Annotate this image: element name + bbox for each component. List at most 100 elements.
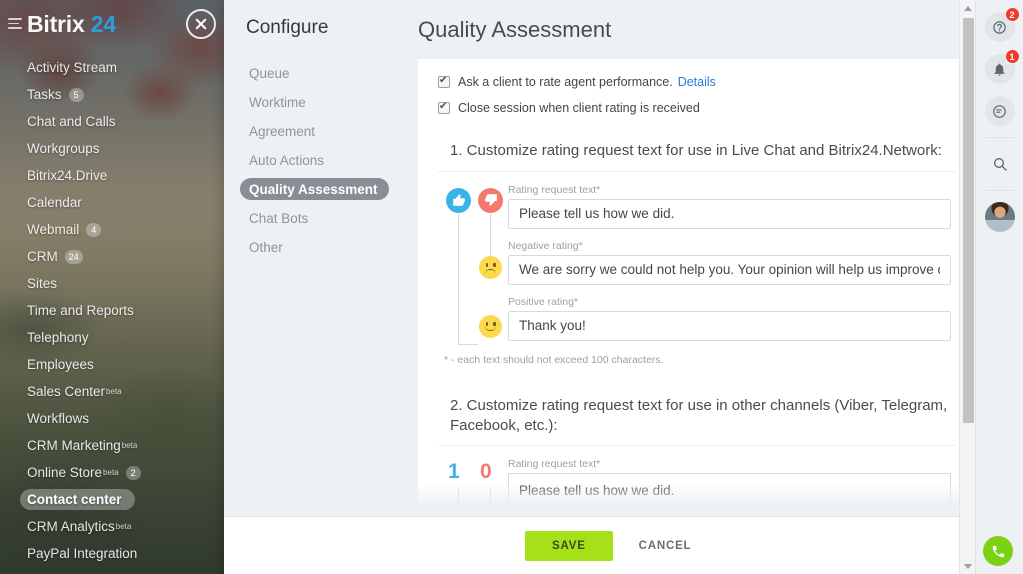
section-2-title: 2. Customize rating request text for use…	[438, 382, 955, 447]
nav-item-workflows[interactable]: Workflows	[0, 405, 224, 432]
field-s2-request-input[interactable]: Please tell us how we did.	[508, 473, 951, 516]
nav-item-time-and-reports[interactable]: Time and Reports	[0, 297, 224, 324]
nav-item-crm[interactable]: CRM 24	[0, 243, 224, 270]
nav-item-label: Calendar	[27, 195, 82, 210]
nav-item-label: Sites	[27, 276, 58, 291]
configure-item-agreement[interactable]: Agreement	[246, 117, 418, 146]
search-icon[interactable]	[985, 149, 1015, 179]
nav-item-beta: beta	[103, 468, 119, 477]
configure-item-queue[interactable]: Queue	[246, 59, 418, 88]
configure-item-quality-assessment[interactable]: Quality Assessment	[240, 175, 418, 204]
configure-modal: Configure Queue Worktime Agreement Auto Act…	[224, 0, 975, 574]
nav-item-sites[interactable]: Sites	[0, 270, 224, 297]
rail-divider-2	[985, 190, 1014, 191]
chat-icon[interactable]	[984, 96, 1015, 126]
configure-item-label: Worktime	[249, 95, 306, 110]
notifications-slot: 1	[976, 42, 1023, 84]
marker-negative: 0	[480, 460, 492, 484]
nav-item-online-store[interactable]: Online Store beta 2	[0, 459, 224, 486]
configure-item-label: Queue	[249, 66, 290, 81]
scroll-down-arrow-icon[interactable]	[960, 558, 976, 574]
checkbox-close-session[interactable]	[438, 100, 450, 114]
configure-title: Configure	[246, 17, 329, 38]
configure-item-label: Auto Actions	[249, 153, 325, 168]
nav-item-count: 24	[64, 249, 83, 264]
nav-item-label: CRM Marketing	[27, 438, 121, 453]
configure-item-label: Other	[249, 240, 283, 255]
nav-item-label: Sales Center	[27, 384, 106, 399]
nav-item-webmail[interactable]: Webmail 4	[0, 216, 224, 243]
section-2-fields: Rating request text* Please tell us how …	[508, 458, 955, 516]
configure-sidebar: Configure Queue Worktime Agreement Auto Act…	[224, 0, 418, 516]
nav-item-chat-and-calls[interactable]: Chat and Calls	[0, 108, 224, 135]
configure-menu: Queue Worktime Agreement Auto Actions Qualit…	[240, 59, 418, 262]
scroll-up-arrow-icon[interactable]	[960, 0, 975, 16]
nav-item-label: Online Store	[27, 465, 103, 480]
nav-item-label: Time and Reports	[27, 303, 134, 318]
left-navigation: Bitrix 24 Activity Stream Tasks 5 Chat and …	[0, 0, 224, 574]
nav-item-beta: beta	[106, 387, 122, 396]
nav-item-calendar[interactable]: Calendar	[0, 189, 224, 216]
checkbox-close-session-label: Close session when client rating is rece…	[458, 101, 700, 115]
nav-item-label: Telephony	[27, 330, 89, 345]
connector-2-negative	[490, 488, 491, 516]
nav-item-contact-center[interactable]: Contact center	[0, 486, 224, 513]
close-icon[interactable]	[186, 9, 216, 39]
nav-item-label: Chat and Calls	[27, 114, 116, 129]
nav-item-label: Bitrix24.Drive	[27, 168, 108, 183]
nav-item-crm-analytics[interactable]: CRM Analytics beta	[0, 513, 224, 540]
section-1-icon-column	[444, 184, 508, 352]
nav-item-crm-marketing[interactable]: CRM Marketing beta	[0, 432, 224, 459]
help-icon[interactable]: 2	[984, 7, 1020, 42]
section-1-fields: Rating request text* Negative rating* Posi…	[508, 184, 955, 352]
connector-negative-vertical	[490, 213, 491, 262]
modal-footer: SAVE CANCEL	[224, 516, 975, 574]
nav-item-label: Contact center	[27, 492, 122, 507]
nav-item-label: Employees	[27, 357, 94, 372]
nav-item-workgroups[interactable]: Workgroups	[0, 135, 224, 162]
configure-item-chat-bots[interactable]: Chat Bots	[246, 204, 418, 233]
nav-item-tasks[interactable]: Tasks 5	[0, 81, 224, 108]
menu-burger-icon[interactable]	[8, 18, 22, 29]
phone-icon[interactable]	[983, 536, 1013, 566]
bell-icon[interactable]: 1	[984, 49, 1020, 84]
checkbox-ask-rate-label: Ask a client to rate agent performance.	[458, 75, 673, 89]
field-s1-1-label: Negative rating*	[508, 239, 583, 252]
page-scrollbar[interactable]	[959, 0, 975, 574]
connector-positive-vertical	[458, 213, 459, 344]
nav-item-paypal-integration[interactable]: PayPal Integration	[0, 540, 224, 567]
save-button[interactable]: SAVE	[525, 530, 613, 561]
field-s1-1-input[interactable]	[508, 254, 951, 285]
configure-item-other[interactable]: Other	[246, 233, 418, 262]
nav-item-telephony[interactable]: Telephony	[0, 324, 224, 351]
nav-item-beta: beta	[115, 522, 132, 531]
configure-item-auto-actions[interactable]: Auto Actions	[246, 146, 418, 175]
nav-item-bitrix24-drive[interactable]: Bitrix24.Drive	[0, 162, 224, 189]
field-s1-0-input[interactable]	[508, 198, 951, 229]
logo-text: Bitrix	[27, 11, 85, 37]
marker-positive: 1	[448, 460, 460, 484]
field-s1-0-label: Rating request text*	[508, 183, 601, 196]
nav-item-activity-stream[interactable]: Activity Stream	[0, 54, 224, 81]
section-2-rating-block: 1 0 Rating request text* Please tell us …	[438, 446, 955, 516]
nav-item-label: Tasks	[27, 87, 62, 102]
content-pane: Quality Assessment Ask a client to rate …	[418, 0, 975, 516]
checkbox-row-close-session[interactable]: Close session when client rating is rece…	[438, 100, 955, 115]
section-1-title: 1. Customize rating request text for use…	[438, 127, 955, 172]
field-s1-2-input[interactable]	[508, 310, 951, 341]
nav-item-sales-center[interactable]: Sales Center beta	[0, 378, 224, 405]
section-1-hint: * - each text should not exceed 100 char…	[444, 353, 664, 366]
scrollbar-thumb[interactable]	[963, 18, 974, 423]
nav-item-beta: beta	[121, 441, 138, 450]
connector-positive-horizontal	[458, 343, 478, 345]
cancel-button[interactable]: CANCEL	[639, 540, 692, 552]
bell-badge: 1	[1004, 49, 1020, 64]
checkbox-row-ask-rate[interactable]: Ask a client to rate agent performance. …	[438, 74, 955, 89]
configure-item-worktime[interactable]: Worktime	[246, 88, 418, 117]
avatar[interactable]	[984, 202, 1015, 232]
nav-item-employees[interactable]: Employees	[0, 351, 224, 378]
checkbox-ask-rate[interactable]	[438, 74, 450, 88]
details-link[interactable]: Details	[678, 75, 716, 89]
field-s2-request: Rating request text* Please tell us how …	[508, 458, 951, 516]
nav-item-count: 2	[125, 465, 141, 480]
